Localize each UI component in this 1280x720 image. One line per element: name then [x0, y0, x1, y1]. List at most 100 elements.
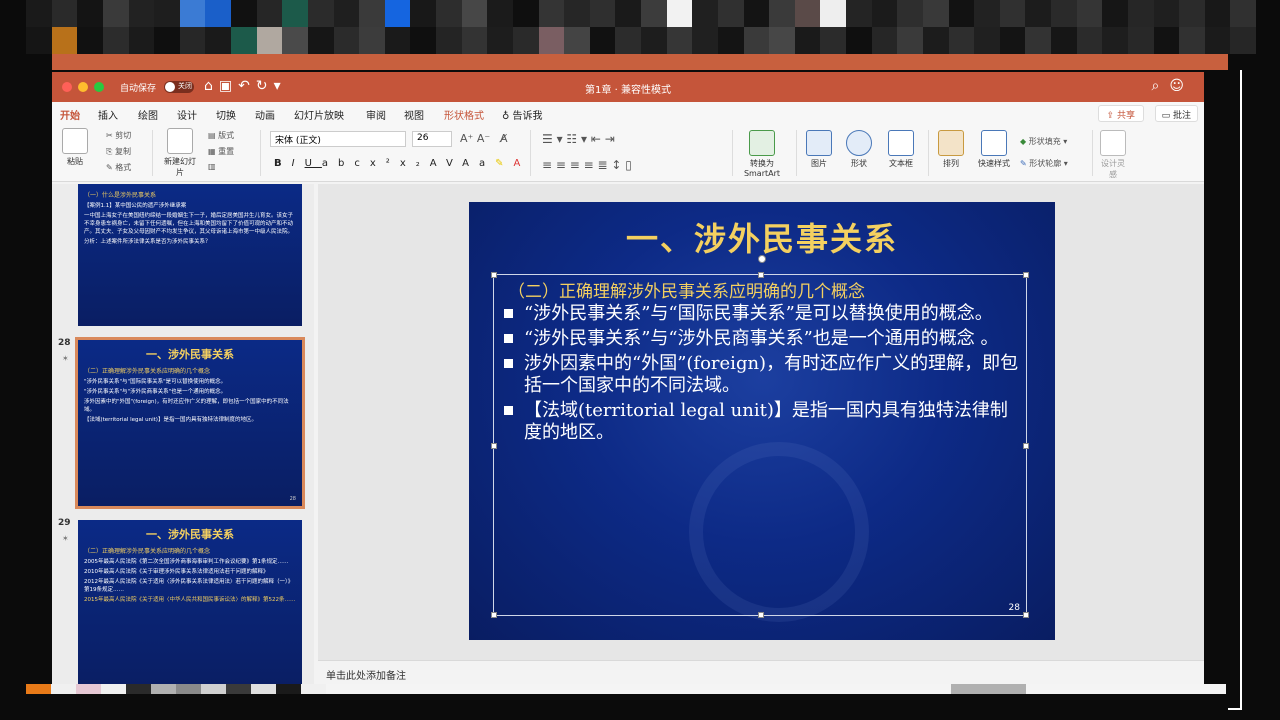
paste-button[interactable]: 粘贴: [60, 128, 90, 167]
tab-draw[interactable]: 绘图: [138, 107, 158, 122]
bullet-text: 涉外因素中的“外国”(foreign)，有时还应作广义的理解，即包括一个国家中的…: [524, 353, 1019, 396]
pixel-block: [589, 27, 616, 54]
share-icon: ⇪: [1106, 111, 1115, 121]
design-ideas-icon: [1100, 130, 1126, 156]
pixel-block: [526, 684, 551, 694]
textbox-button[interactable]: 文本框: [884, 130, 918, 169]
pixel-block: [1076, 684, 1101, 694]
share-button[interactable]: ⇪ 共享: [1097, 105, 1144, 122]
section-button[interactable]: ▥: [208, 162, 216, 171]
pixel-block: [205, 0, 231, 27]
tab-insert[interactable]: 插入: [98, 107, 118, 122]
pixel-block: [154, 27, 180, 54]
clear-format-icon[interactable]: A̸: [500, 132, 508, 145]
reset-button[interactable]: ▦ 重置: [208, 146, 234, 157]
underline-button[interactable]: U: [305, 158, 322, 169]
format-painter-button[interactable]: ✎ 格式: [106, 162, 131, 173]
shape-outline-button[interactable]: ✎ 形状轮廓 ▾: [1020, 158, 1068, 169]
thumb-line: 涉外因素中的"外国"(foreign)，有时还应作广义的理解，即包括一个国家中的…: [84, 399, 289, 413]
slide-title[interactable]: 一、涉外民事关系: [469, 214, 1055, 260]
notes-pane[interactable]: 单击此处添加备注: [318, 660, 1204, 684]
copy-button[interactable]: ⎘ 复制: [106, 146, 131, 157]
quick-styles-label: 快速样式: [978, 159, 1010, 168]
font-size-buttons[interactable]: A⁺ A⁻: [460, 132, 490, 145]
superscript-button[interactable]: x²: [370, 158, 400, 169]
arrange-label: 排列: [943, 159, 959, 168]
tab-slideshow[interactable]: 幻灯片放映: [294, 107, 344, 122]
pixel-block: [102, 27, 129, 54]
pixel-block: [256, 27, 283, 54]
layout-icon: ▤: [208, 131, 216, 140]
shape-fill-button[interactable]: ◆ 形状填充 ▾: [1020, 136, 1067, 147]
thumb-line: "涉外民事关系"与"国际民事关系"是可以替换使用的概念。: [84, 379, 227, 385]
strikethrough-button[interactable]: abc: [322, 158, 370, 169]
arrange-button[interactable]: 排列: [936, 130, 966, 169]
textbox-icon: [888, 130, 914, 156]
tab-review[interactable]: 审阅: [366, 107, 386, 122]
cut-button[interactable]: ✂ 剪切: [106, 130, 131, 141]
shape-button[interactable]: 形状: [844, 130, 874, 169]
quick-styles-button[interactable]: 快速样式: [974, 130, 1014, 169]
pixel-block: [948, 0, 975, 27]
design-ideas-button[interactable]: 设计灵感: [1098, 130, 1128, 180]
pixel-block: [576, 684, 601, 694]
tab-tell-me[interactable]: ♁ 告诉我: [502, 107, 543, 122]
resize-handle[interactable]: [758, 612, 764, 618]
font-name-select[interactable]: 宋体 (正文): [270, 131, 406, 147]
pixel-block: [282, 0, 308, 27]
font-size-select[interactable]: 26: [412, 131, 452, 147]
pixel-block: [128, 27, 155, 54]
tell-me-label: 告诉我: [512, 111, 543, 122]
pixel-block: [359, 0, 385, 27]
highlight-icon[interactable]: ✎: [495, 158, 513, 169]
char-spacing-button[interactable]: AV: [430, 158, 462, 169]
pixel-block: [436, 27, 462, 54]
tab-animations[interactable]: 动画: [255, 107, 275, 122]
resize-handle[interactable]: [1023, 272, 1029, 278]
account-icon[interactable]: ☺: [1169, 78, 1194, 94]
thumb-line: 分析：上述案件所涉法律关系是否为涉外民事关系？: [84, 239, 211, 245]
bullet-text: “涉外民事关系”与“涉外民商事关系”也是一个通用的概念 。: [524, 328, 999, 349]
slide-thumbnail-28[interactable]: 一、涉外民事关系 （二）正确理解涉外民事关系应明确的几个概念 "涉外民事关系"与…: [75, 337, 305, 509]
pixel-block: [769, 0, 795, 27]
italic-button[interactable]: I: [292, 158, 305, 169]
content-textbox[interactable]: （二）正确理解涉外民事关系应明确的几个概念 “涉外民事关系”与“国际民事关系”是…: [491, 255, 1029, 618]
comment-button[interactable]: ▭ 批注: [1154, 105, 1198, 122]
font-color-icon[interactable]: A: [514, 158, 531, 169]
tab-view[interactable]: 视图: [404, 107, 424, 122]
resize-handle[interactable]: [491, 272, 497, 278]
convert-smartart-button[interactable]: 转换为SmartArt: [740, 130, 784, 178]
resize-handle[interactable]: [491, 443, 497, 449]
slide-editing-canvas[interactable]: 一、涉外民事关系 （二）正确理解涉外民事关系应明确的几个概念 “涉外民事关系”与…: [318, 184, 1204, 660]
layout-button[interactable]: ▤ 版式: [208, 130, 234, 141]
bold-button[interactable]: B: [274, 158, 292, 169]
align-buttons[interactable]: ≡ ≡ ≡ ≡ ≣ ↕ ▯: [542, 158, 632, 172]
current-slide[interactable]: 一、涉外民事关系 （二）正确理解涉外民事关系应明确的几个概念 “涉外民事关系”与…: [469, 202, 1055, 640]
thumb-number: 28: [58, 338, 71, 348]
search-icon[interactable]: ⌕: [1152, 78, 1170, 94]
pixel-block: [512, 27, 539, 54]
resize-handle[interactable]: [1023, 443, 1029, 449]
design-ideas-label: 设计灵感: [1101, 159, 1125, 179]
resize-handle[interactable]: [1023, 612, 1029, 618]
background-bar: [52, 54, 1228, 70]
pixel-block: [897, 0, 923, 27]
new-slide-button[interactable]: 新建幻灯片: [162, 128, 198, 178]
divider: [530, 130, 531, 176]
pixel-block: [1204, 27, 1231, 54]
pixel-block: [751, 684, 776, 694]
pixel-block: [205, 27, 231, 54]
picture-button[interactable]: 图片: [804, 130, 834, 169]
bullets-button[interactable]: ☰ ▾ ☷ ▾ ⇤ ⇥: [542, 132, 615, 146]
subscript-button[interactable]: x₂: [400, 158, 430, 169]
bullet-list: “涉外民事关系”与“国际民事关系”是可以替换使用的概念。 “涉外民事关系”与“涉…: [502, 303, 1022, 447]
rotate-handle[interactable]: [758, 255, 766, 263]
paint-bucket-icon: ◆: [1020, 137, 1027, 146]
slide-thumbnail-27[interactable]: （一）什么是涉外民事关系 【案例1.1】某中国公民的遗产涉外继承案 一中国上海女…: [78, 184, 302, 326]
tab-shape-format[interactable]: 形状格式: [444, 107, 484, 122]
slide-thumbnail-29[interactable]: 一、涉外民事关系 （二）正确理解涉外民事关系应明确的几个概念 2005年最高人民…: [78, 520, 302, 684]
change-case-button[interactable]: Aa: [462, 158, 495, 169]
tab-design[interactable]: 设计: [177, 107, 197, 122]
resize-handle[interactable]: [491, 612, 497, 618]
tab-transitions[interactable]: 切换: [216, 107, 236, 122]
